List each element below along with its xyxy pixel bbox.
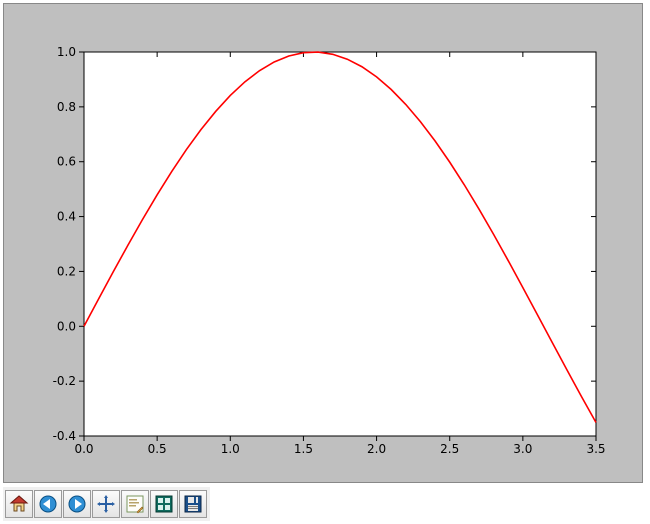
xtick-label: 3.5 (586, 442, 605, 456)
pan-icon (96, 494, 116, 514)
xtick-label: 3.0 (513, 442, 532, 456)
xtick-label: 0.0 (74, 442, 93, 456)
ytick-label: 0.0 (57, 319, 76, 333)
xtick-label: 0.5 (148, 442, 167, 456)
ytick-label: 0.8 (57, 100, 76, 114)
save-icon (183, 494, 203, 514)
home-icon (9, 494, 29, 514)
pan-button[interactable] (92, 490, 120, 518)
ytick-label: -0.2 (53, 374, 76, 388)
plot-svg: 0.0 0.5 1.0 1.5 2.0 2.5 3.0 3.5 -0.4 -0.2 0.0 0.2 0.… (4, 4, 644, 484)
xtick-label: 2.5 (440, 442, 459, 456)
home-button[interactable] (5, 490, 33, 518)
back-icon (38, 494, 58, 514)
ytick-label: -0.4 (53, 429, 76, 443)
subplots-button[interactable] (150, 490, 178, 518)
forward-button[interactable] (63, 490, 91, 518)
figure-canvas[interactable]: 0.0 0.5 1.0 1.5 2.0 2.5 3.0 3.5 -0.4 -0.2 0.0 0.2 0.… (3, 3, 643, 483)
ytick-label: 0.2 (57, 264, 76, 278)
ytick-label: 0.6 (57, 155, 76, 169)
forward-icon (67, 494, 87, 514)
matplotlib-window: 0.0 0.5 1.0 1.5 2.0 2.5 3.0 3.5 -0.4 -0.2 0.0 0.2 0.… (0, 0, 650, 524)
ytick-label: 1.0 (57, 45, 76, 59)
zoom-button[interactable] (121, 490, 149, 518)
nav-toolbar (3, 487, 210, 521)
xtick-label: 2.0 (367, 442, 386, 456)
back-button[interactable] (34, 490, 62, 518)
ytick-label: 0.4 (57, 210, 76, 224)
xtick-label: 1.0 (221, 442, 240, 456)
subplots-icon (154, 494, 174, 514)
zoom-icon (125, 494, 145, 514)
save-button[interactable] (179, 490, 207, 518)
xtick-label: 1.5 (294, 442, 313, 456)
